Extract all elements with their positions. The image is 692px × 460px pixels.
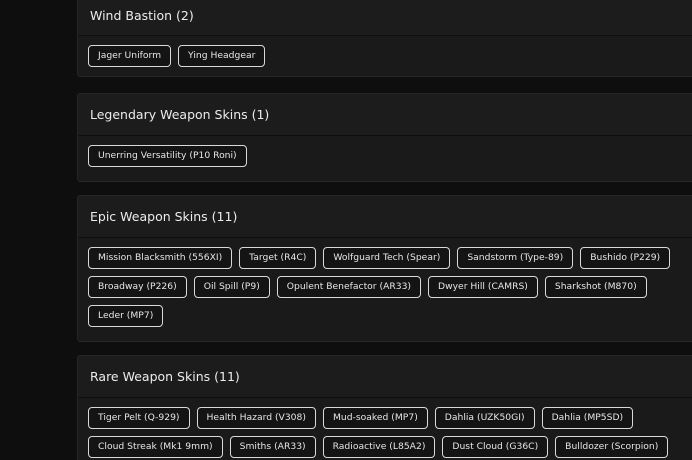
chip-list: Unerring Versatility (P10 Roni) bbox=[78, 136, 692, 173]
item-chip[interactable]: Bulldozer (Scorpion) bbox=[555, 436, 669, 458]
chip-list: Tiger Pelt (Q-929) Health Hazard (V308) … bbox=[78, 398, 692, 460]
item-chip[interactable]: Cloud Streak (Mk1 9mm) bbox=[88, 436, 223, 458]
item-chip[interactable]: Radioactive (L85A2) bbox=[322, 436, 436, 458]
item-chip[interactable]: Oil Spill (P9) bbox=[193, 276, 270, 298]
item-chip[interactable]: Mission Blacksmith (556XI) bbox=[88, 247, 233, 269]
chip-list: Mission Blacksmith (556XI) Target (R4C) … bbox=[78, 238, 692, 333]
item-chip[interactable]: Target (R4C) bbox=[239, 247, 317, 269]
item-chip[interactable]: Dahlia (UZK50GI) bbox=[434, 407, 535, 429]
item-chip[interactable]: Sharkshot (M870) bbox=[544, 276, 647, 298]
item-chip[interactable]: Opulent Benefactor (AR33) bbox=[276, 276, 422, 298]
section-legendary-weapon-skins: Legendary Weapon Skins (1) Unerring Vers… bbox=[77, 93, 692, 182]
item-chip[interactable]: Dust Cloud (G36C) bbox=[442, 436, 549, 458]
item-chip[interactable]: Bushido (P229) bbox=[580, 247, 671, 269]
item-chip[interactable]: Wolfguard Tech (Spear) bbox=[323, 247, 451, 269]
item-chip[interactable]: Dahlia (MP5SD) bbox=[541, 407, 634, 429]
item-chip[interactable]: Unerring Versatility (P10 Roni) bbox=[88, 145, 247, 167]
page: Wind Bastion (2) Jager Uniform Ying Head… bbox=[0, 0, 692, 460]
item-chip[interactable]: Jager Uniform bbox=[88, 45, 172, 67]
item-chip[interactable]: Smiths (AR33) bbox=[229, 436, 316, 458]
section-title: Epic Weapon Skins (11) bbox=[78, 196, 692, 238]
section-title: Rare Weapon Skins (11) bbox=[78, 356, 692, 398]
item-chip[interactable]: Mud-soaked (MP7) bbox=[322, 407, 428, 429]
section-rare-weapon-skins: Rare Weapon Skins (11) Tiger Pelt (Q-929… bbox=[77, 355, 692, 460]
section-wind-bastion: Wind Bastion (2) Jager Uniform Ying Head… bbox=[77, 0, 692, 77]
chip-list: Jager Uniform Ying Headgear bbox=[78, 36, 692, 73]
section-title: Wind Bastion (2) bbox=[78, 0, 692, 36]
item-chip[interactable]: Tiger Pelt (Q-929) bbox=[88, 407, 190, 429]
item-chip[interactable]: Dwyer Hill (CAMRS) bbox=[428, 276, 538, 298]
item-chip[interactable]: Leder (MP7) bbox=[88, 305, 164, 327]
item-chip[interactable]: Health Hazard (V308) bbox=[196, 407, 316, 429]
section-title: Legendary Weapon Skins (1) bbox=[78, 94, 692, 136]
section-epic-weapon-skins: Epic Weapon Skins (11) Mission Blacksmit… bbox=[77, 195, 692, 342]
item-chip[interactable]: Broadway (P226) bbox=[88, 276, 187, 298]
item-chip[interactable]: Sandstorm (Type-89) bbox=[457, 247, 574, 269]
item-chip[interactable]: Ying Headgear bbox=[178, 45, 266, 67]
